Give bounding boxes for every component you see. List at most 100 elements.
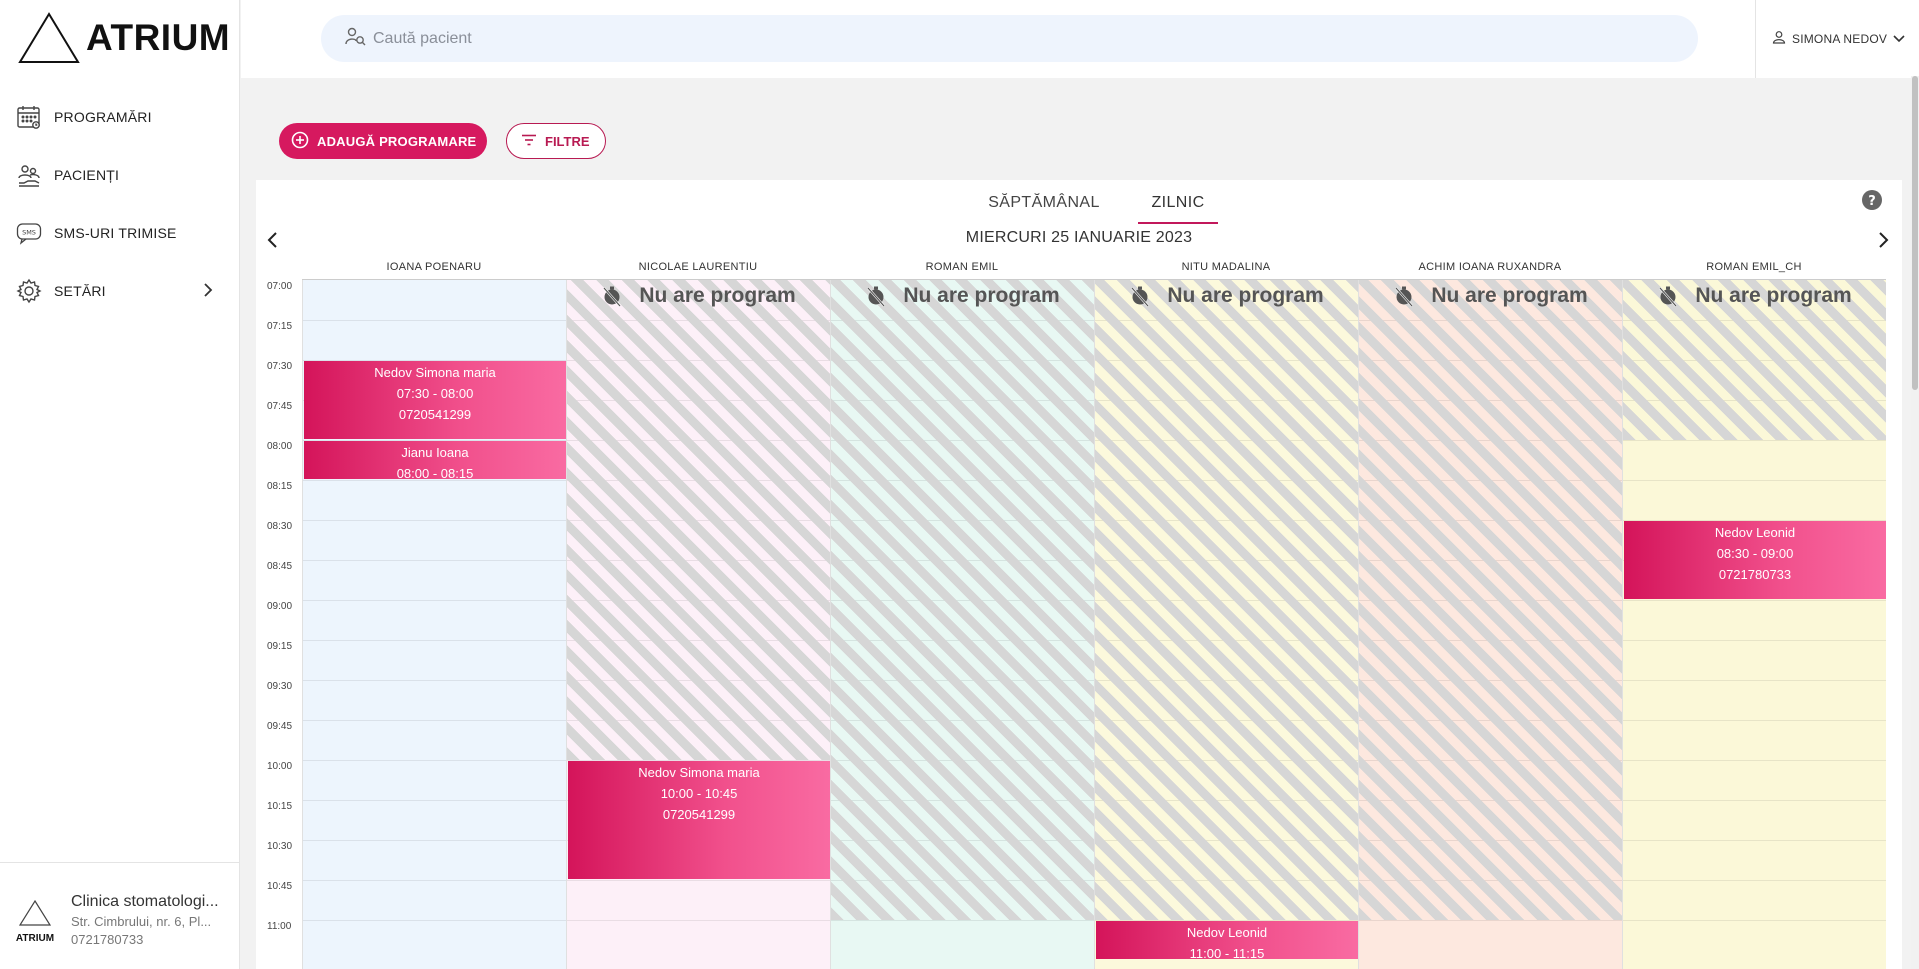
slot-divider [1623,800,1886,801]
slot-divider [567,880,830,881]
time-slot-label: 07:00 [267,281,293,292]
doctor-column[interactable]: Nu are program Nedov Leonid 11:00 - 11:15 [1094,280,1358,969]
appointment-card[interactable]: Nedov Simona maria 07:30 - 08:00 072054129… [304,361,566,439]
appointment-time: 11:00 - 11:15 [1189,946,1265,959]
slot-divider [303,800,566,801]
gear-icon [16,278,42,304]
doctor-column[interactable]: Nu are program [830,280,1094,969]
time-slot-label: 09:15 [267,641,293,652]
time-slot-label: 08:00 [267,441,293,452]
unavailable-block: Nu are program [1623,280,1886,440]
sidebar-item-label: SETĂRI [54,283,106,299]
slot-divider [1623,680,1886,681]
column-header: ROMAN EMIL_CH [1706,261,1802,273]
slot-divider [303,840,566,841]
filter-icon [521,134,537,149]
time-slot-label: 10:00 [267,761,293,772]
appointment-card[interactable]: Nedov Simona maria 10:00 - 10:45 072054129… [568,761,830,879]
calendar-icon [16,104,42,130]
filter-button[interactable]: FILTRE [506,123,606,159]
brand-logo[interactable]: ATRIUM [18,12,230,64]
time-slot-label: 08:30 [267,521,293,532]
sidebar: ATRIUM PROGRAMĂRI PACIENȚI SMS SMS-URI T… [0,0,240,969]
no-time-icon [1393,285,1423,307]
unavailable-label: Nu are program [1095,284,1358,308]
date-navigation: MIERCURI 25 IANUARIE 2023 [256,229,1902,253]
plus-circle-icon [291,131,309,152]
sidebar-item-label: SMS-URI TRIMISE [54,225,177,241]
user-icon [1772,30,1786,49]
sidebar-item-label: PROGRAMĂRI [54,109,152,125]
unavailable-text: Nu are program [1695,284,1852,307]
slot-divider [303,560,566,561]
appointment-time: 07:30 - 08:00 [396,386,474,401]
slot-divider [303,760,566,761]
search-input[interactable] [373,29,1573,48]
column-header: ROMAN EMIL [925,261,999,273]
chevron-down-icon [1893,30,1905,48]
filter-label: FILTRE [545,133,590,149]
scrollbar-thumb[interactable] [1912,76,1918,390]
unavailable-label: Nu are program [1623,284,1886,308]
clinic-card[interactable]: ATRIUM Clinica stomatologi... Str. Cimbr… [0,862,240,969]
slot-divider [1623,600,1886,601]
slot-divider [303,600,566,601]
tab-daily[interactable]: ZILNIC [1138,194,1218,224]
time-slot-label: 10:15 [267,801,293,812]
sidebar-nav: PROGRAMĂRI PACIENȚI SMS SMS-URI TRIMISE … [0,88,240,320]
no-time-icon [1657,285,1687,307]
help-icon[interactable]: ? [1862,190,1882,210]
doctor-column[interactable]: Nu are program Nedov Leonid 08:30 - 09:00 0… [1622,280,1886,969]
doctor-column[interactable]: Nedov Simona maria 07:30 - 08:00 072054129… [302,280,566,969]
chevron-right-icon[interactable] [202,282,214,303]
add-appointment-label: ADAUGĂ PROGRAMARE [317,133,477,149]
time-slot-label: 07:15 [267,321,293,332]
appointment-time: 10:00 - 10:45 [660,786,738,801]
unavailable-label: Nu are program [1359,284,1622,308]
unavailable-text: Nu are program [903,284,1060,307]
doctor-column[interactable]: Nu are program [1358,280,1622,969]
clinic-name: Clinica stomatologi... [71,893,219,910]
time-slot-label: 10:30 [267,841,293,852]
column-header: NICOLAE LAURENTIU [638,261,758,273]
appointment-card[interactable]: Jianu Ioana 08:00 - 08:15 [304,441,566,479]
top-bar: SIMONA NEDOV [241,0,1919,78]
slot-divider [303,640,566,641]
clinic-logo-text: ATRIUM [15,933,55,944]
slot-divider [1623,840,1886,841]
slot-divider [303,520,566,521]
current-date: MIERCURI 25 IANUARIE 2023 [965,229,1193,246]
sidebar-item-pacienti[interactable]: PACIENȚI [0,146,240,204]
sidebar-item-sms[interactable]: SMS SMS-URI TRIMISE [0,204,240,262]
doctor-columns: Nedov Simona maria 07:30 - 08:00 072054129… [302,279,1886,969]
clinic-phone: 0721780733 [71,932,144,947]
sidebar-item-setari[interactable]: SETĂRI [0,262,240,320]
doctor-column[interactable]: Nu are program Nedov Simona maria 10:00 - … [566,280,830,969]
search-bar[interactable] [321,15,1698,62]
appointment-patient: Nedov Leonid [1714,525,1796,540]
time-slot-label: 11:00 [267,921,292,932]
time-slot-label: 07:45 [267,401,293,412]
svg-text:SMS: SMS [22,229,36,237]
view-tabs: SĂPTĂMÂNAL ZILNIC [256,194,1902,224]
sidebar-item-programari[interactable]: PROGRAMĂRI [0,88,240,146]
sms-icon: SMS [16,220,42,246]
appointment-card[interactable]: Nedov Leonid 08:30 - 09:00 0721780733 [1624,521,1886,599]
time-slot-label: 07:30 [267,361,293,372]
appointment-card[interactable]: Nedov Leonid 11:00 - 11:15 [1096,921,1358,959]
slot-divider [1359,920,1622,921]
user-menu[interactable]: SIMONA NEDOV [1755,0,1919,78]
unavailable-text: Nu are program [1167,284,1324,307]
next-day-arrow-icon[interactable] [1876,231,1890,254]
calendar-panel: SĂPTĂMÂNAL ZILNIC ? MIERCURI 25 IANUARIE… [256,180,1902,969]
appointment-time: 08:00 - 08:15 [396,466,474,479]
tab-weekly[interactable]: SĂPTĂMÂNAL [982,194,1106,224]
column-header: ACHIM IOANA RUXANDRA [1418,261,1562,273]
user-name: SIMONA NEDOV [1792,32,1888,46]
add-appointment-button[interactable]: ADAUGĂ PROGRAMARE [279,123,487,159]
unavailable-text: Nu are program [639,284,796,307]
page-scrollbar[interactable] [1911,76,1919,969]
column-header: IOANA POENARU [386,261,482,273]
day-grid: IOANA POENARU NICOLAE LAURENTIU ROMAN EMIL… [256,261,1888,969]
column-header: NITU MADALINA [1181,261,1271,273]
